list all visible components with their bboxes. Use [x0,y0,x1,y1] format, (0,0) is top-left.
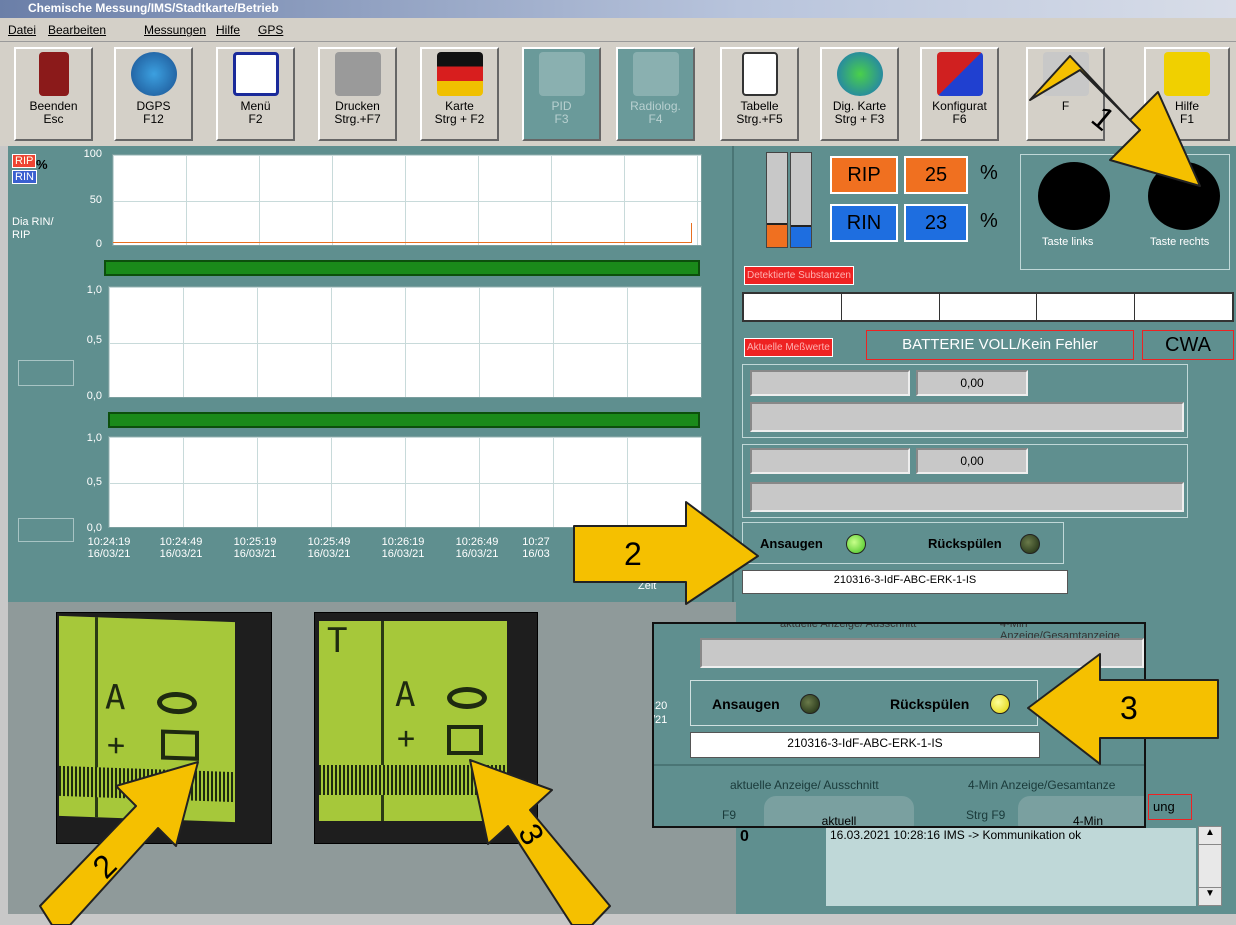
callout-label-2: 2 [624,536,642,572]
arrow-2b-icon [39,761,199,925]
callout-arrows [39,55,1219,925]
arrow-1-icon [1029,55,1201,187]
callout-label-3: 3 [1120,690,1138,726]
arrow-3b-icon [469,759,611,925]
arrow-2-icon [573,501,759,605]
